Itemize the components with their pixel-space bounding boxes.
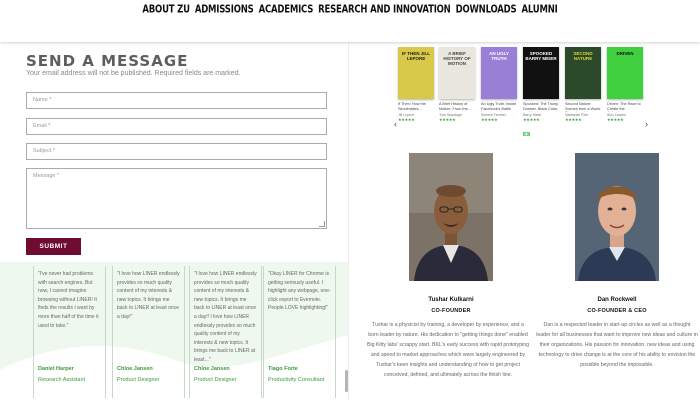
book-cover: SECOND NATURE [565,47,601,99]
nav-item-downloads[interactable]: DOWNLOADS [456,4,517,17]
testimonial-quote: "I've never had problems with search eng… [38,271,99,329]
book-title: If Then: How the Simulmatics... [398,102,426,111]
book-title: An Ugly Truth: Inside Facebook's Battle … [481,102,517,112]
book-cover-text: IF THEN JILL LEPORE [402,51,430,61]
book-item[interactable]: AN UGLY TRUTH An Ugly Truth: Inside Face… [481,47,517,122]
rating-stars-icon: ★★★★★ [481,117,498,122]
book-title: Driven: The Race to Create the Autonomou… [607,102,641,112]
founder-photo-dan [575,153,659,281]
book-title: Spooked: The Trump Dossier, Black Cube, … [523,102,559,112]
carousel-prev-icon[interactable]: ‹ [394,119,397,129]
book-item[interactable]: DRIVEN Driven: The Race to Create the Au… [607,47,643,122]
carousel-next-icon[interactable]: › [645,119,648,129]
form-title: SEND A MESSAGE [26,52,189,70]
testimonial-card: "I love how LINER endlessly provides so … [189,266,262,398]
founder-name: Tushar Kulkarni [428,297,474,303]
founder-role: CO-FOUNDER & CEO [587,308,647,314]
testimonial-quote: "I love how LINER endlessly provides so … [117,271,180,320]
testimonial-name: Daniel Harper [38,366,74,372]
testimonial-role: Product Designer [194,377,237,383]
testimonial-card: "Okay LINER for Chrome is getting seriou… [263,266,336,398]
top-navigation: ABOUT ZU ADMISSIONS ACADEMICS RESEARCH A… [0,0,700,42]
submit-button[interactable]: SUBMIT [26,238,81,255]
founder-bio: Tushar is a physicist by training, a dev… [367,322,529,378]
testimonial-quote: "I love how LINER endlessly provides so … [194,271,257,363]
book-cover: AN UGLY TRUTH [481,47,517,99]
book-cover: DRIVEN [607,47,643,99]
nav-item-academics[interactable]: ACADEMICS [259,4,314,17]
founder-name: Dan Rockwell [597,297,637,303]
book-cover: IF THEN JILL LEPORE [398,47,434,99]
testimonial-role: Productivity Consultant [268,377,325,383]
rating-stars-icon: ★★★★★ [565,117,582,122]
book-cover-text: DRIVEN [616,51,634,56]
subject-field[interactable]: Subject * [26,143,327,160]
nav-item-about[interactable]: ABOUT ZU [142,4,190,17]
testimonial-role: Product Designer [117,377,160,383]
book-cover-text: SECOND NATURE [573,51,593,61]
rating-stars-icon: ★★★★★ [607,117,624,122]
founder-bio: Dan is a respected leader in start-up ci… [536,322,698,368]
book-item[interactable]: IF THEN JILL LEPORE If Then: How the Sim… [398,47,434,122]
message-field[interactable]: Message * [26,168,327,229]
testimonial-card: "I love how LINER endlessly provides so … [112,266,185,398]
testimonial-quote: "Okay LINER for Chrome is getting seriou… [268,271,331,312]
column-divider [348,42,349,400]
testimonial-name: Chloe Jansen [194,366,230,372]
book-cover: A BRIEF HISTORY OF MOTION [439,47,475,99]
book-carousel: ‹ › IF THEN JILL LEPORE If Then: How the… [389,47,659,147]
testimonial-name: Chloe Jansen [117,366,153,372]
book-item[interactable]: A BRIEF HISTORY OF MOTION A Brief Histor… [439,47,475,122]
email-field[interactable]: Email * [26,118,327,135]
book-cover: SPOOKED BARRY MEIER [523,47,559,99]
book-title: A Brief History of Motion: From the... [439,102,471,111]
book-title: Second Nature: Scenes from a World Remad… [565,102,601,112]
founder-role: CO-FOUNDER [431,308,471,314]
founder-photo-tushar [409,153,493,281]
scrollbar-thumb[interactable] [345,370,348,392]
name-field[interactable]: Name * [26,92,327,109]
testimonial-name: Tiago Forte [268,366,298,372]
nav-item-research[interactable]: RESEARCH AND INNOVATION [318,4,451,17]
testimonials-section: "I've never had problems with search eng… [0,262,348,400]
nav-menu: ABOUT ZU ADMISSIONS ACADEMICS RESEARCH A… [0,0,700,17]
form-note: Your email address will not be published… [26,70,241,77]
nav-item-alumni[interactable]: ALUMNI [521,4,557,17]
nav-item-admissions[interactable]: ADMISSIONS [195,4,254,17]
rating-stars-icon: ★★★★★ [439,117,456,122]
price-badge: ◆ [523,132,530,136]
rating-stars-icon: ★★★★★ [398,117,415,122]
book-cover-text: AN UGLY TRUTH [489,51,509,61]
book-item[interactable]: SPOOKED BARRY MEIER Spooked: The Trump D… [523,47,559,140]
book-cover-text: SPOOKED BARRY MEIER [525,51,557,61]
book-cover-text: A BRIEF HISTORY OF MOTION [443,51,471,66]
testimonial-card: "I've never had problems with search eng… [33,266,106,398]
book-item[interactable]: SECOND NATURE Second Nature: Scenes from… [565,47,601,122]
rating-stars-icon: ★★★★★ [523,117,540,122]
contact-form: SEND A MESSAGE Your email address will n… [0,42,348,264]
testimonial-role: Research Assistant [38,377,86,383]
